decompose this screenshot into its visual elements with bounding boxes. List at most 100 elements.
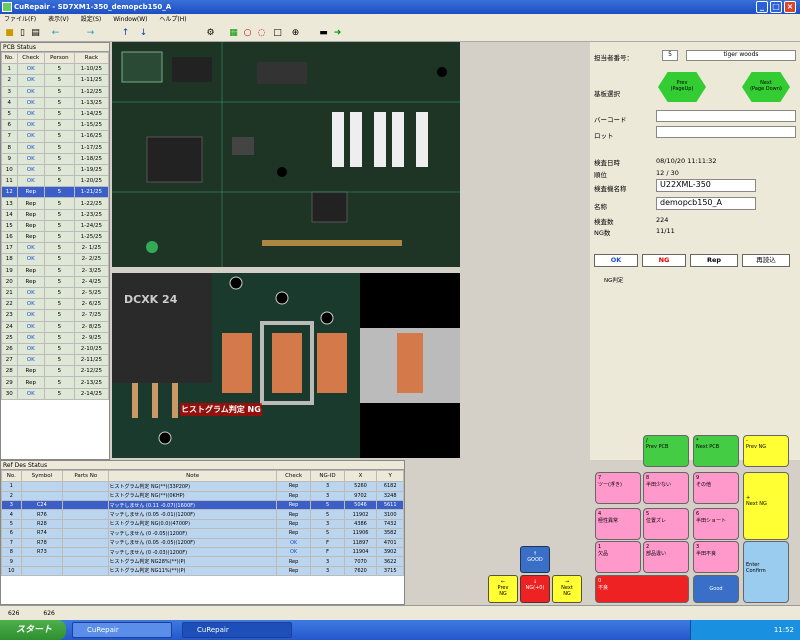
ref-status-column-header[interactable]: Note [108, 469, 277, 483]
table-row[interactable]: 4 OK 5 1-13/25 [1, 96, 110, 109]
menu-settings[interactable]: 設定(S) [81, 16, 102, 23]
start-button[interactable]: スタート [0, 620, 66, 640]
key-9[interactable]: 9 その他 [693, 472, 739, 504]
inspector-number[interactable]: 5 [662, 50, 678, 61]
table-row[interactable]: 14 Rep 5 1-23/25 [1, 208, 110, 221]
table-row[interactable]: 25 OK 5 2- 9/25 [1, 331, 110, 344]
ok-button[interactable]: OK [594, 254, 638, 267]
rect-icon[interactable]: □ [272, 28, 283, 39]
table-row[interactable]: 12 Rep 5 1-21/25 [1, 186, 110, 199]
down-arrow-icon[interactable]: ↓ [138, 28, 149, 39]
page-icon[interactable]: ▤ [30, 28, 41, 39]
taskbar-item-2[interactable]: CuRepair [182, 622, 292, 638]
next-pcb-key[interactable]: * Next PCB [693, 435, 739, 467]
table-row[interactable]: 3 C24 マッチしません (0.11 -0.07)(1600F) Rep 5 5046 5… [1, 499, 404, 511]
enter-confirm-key[interactable]: Enter Confirm [743, 541, 789, 603]
menu-file[interactable]: ファイル(F) [4, 16, 36, 23]
table-row[interactable]: 30 OK 5 2-14/25 [1, 387, 110, 400]
table-row[interactable]: 3 OK 5 1-12/25 [1, 85, 110, 98]
table-row[interactable]: 9 OK 5 1-18/25 [1, 152, 110, 165]
table-row[interactable]: 16 Rep 5 1-25/25 [1, 230, 110, 244]
tool-icon[interactable]: ⚙ [205, 28, 216, 39]
table-row[interactable]: 10 ヒストグラム判定 NG11%(**)(P) Rep 3 7620 3715 [1, 565, 404, 577]
table-row[interactable]: 18 OK 5 2- 2/25 [1, 253, 110, 266]
table-row[interactable]: 27 OK 5 2-11/25 [1, 354, 110, 367]
good-nav-button[interactable]: ↑ GOOD [520, 546, 550, 573]
table-row[interactable]: 9 ヒストグラム判定 NG28%(**)(P) Rep 3 7070 3622 [1, 556, 404, 567]
next-board-button[interactable]: Next (Page Down) [742, 72, 790, 102]
board-overview-image[interactable] [112, 42, 460, 267]
table-row[interactable]: 23 OK 5 2- 7/25 [1, 309, 110, 322]
table-row[interactable]: 1 OK 5 1-10/25 [1, 63, 110, 76]
key-0[interactable]: 0 不良 [595, 575, 689, 603]
menu-window[interactable]: Window(W) [113, 16, 147, 23]
next-ng-nav-button[interactable]: → Next NG [552, 575, 582, 603]
prev-board-button[interactable]: Prev (PageUp) [658, 72, 706, 102]
table-row[interactable]: 2 OK 5 1-11/25 [1, 74, 110, 87]
menu-help[interactable]: ヘルプ(H) [159, 16, 186, 23]
table-row[interactable]: 28 Rep 5 2-12/25 [1, 365, 110, 378]
good-key[interactable]: Good [693, 575, 739, 603]
table-row[interactable]: 1 ヒストグラム判定 NG(**)(33P20P) Rep 3 5260 6182 [1, 481, 404, 492]
ref-status-column-header[interactable]: NG-ID [310, 469, 345, 483]
prev-ng-key[interactable]: - Prev NG [743, 435, 789, 467]
minimize-button[interactable]: _ [756, 1, 768, 13]
key-7[interactable]: 7 ツー(浮き) [595, 472, 641, 504]
reload-button[interactable]: 再読込 [742, 254, 790, 267]
ref-status-column-header[interactable]: X [343, 469, 378, 483]
prev-pcb-key[interactable]: / Prev PCB [643, 435, 689, 467]
table-row[interactable]: 8 OK 5 1-17/25 [1, 141, 110, 154]
export-icon[interactable]: ➜ [332, 28, 343, 39]
up-arrow-icon[interactable]: ↑ [120, 28, 131, 39]
defect-zoom-image[interactable]: DCXK 24 ヒストグラム判定 NG [112, 273, 460, 458]
table-row[interactable]: 15 Rep 5 1-24/25 [1, 219, 110, 233]
ng-button[interactable]: NG [642, 254, 686, 267]
table-row[interactable]: 5 OK 5 1-14/25 [1, 107, 110, 121]
back-arrow-icon[interactable]: ← [50, 28, 61, 39]
ref-status-column-header[interactable]: Y [376, 469, 404, 483]
prev-ng-nav-button[interactable]: ← Prev NG [488, 575, 518, 603]
table-row[interactable]: 26 OK 5 2-10/25 [1, 342, 110, 356]
table-row[interactable]: 20 Rep 5 2- 4/25 [1, 275, 110, 288]
zoom-icon[interactable]: ⊕ [290, 28, 301, 39]
key-8[interactable]: 8 半田少ない [643, 472, 689, 504]
circle-red-icon[interactable]: ◌ [256, 28, 267, 39]
table-row[interactable]: 11 OK 5 1-20/25 [1, 175, 110, 188]
menu-view[interactable]: 表示(V) [48, 16, 69, 23]
key-5[interactable]: 5 位置ズレ [643, 508, 689, 540]
grid-icon[interactable]: ▦ [228, 28, 239, 39]
next-ng-key[interactable]: + Next NG [743, 472, 789, 540]
table-row[interactable]: 4 R76 マッチしません (0.05 -0.01)(1200F) Rep 5 11902… [1, 509, 404, 520]
ref-status-column-header[interactable]: No. [1, 469, 22, 483]
table-row[interactable]: 19 Rep 5 2- 3/25 [1, 264, 110, 277]
table-row[interactable]: 13 Rep 5 1-22/25 [1, 197, 110, 210]
table-row[interactable]: 7 R78 マッチしません (0.05 -0.05)(1200F) OK F 11897 4… [1, 537, 404, 548]
pcb-status-column-header[interactable]: No. [1, 51, 18, 65]
circle-icon[interactable]: ○ [242, 28, 253, 39]
key-2[interactable]: 2 部品違い [643, 541, 689, 573]
maximize-button[interactable]: □ [770, 1, 782, 13]
table-row[interactable]: 6 OK 5 1-15/25 [1, 119, 110, 132]
ng-nav-button[interactable]: ↓ NG(+0) [520, 575, 550, 603]
ref-status-column-header[interactable]: Parts No [62, 469, 110, 483]
camera-icon[interactable]: ▬ [318, 28, 329, 39]
pcb-status-column-header[interactable]: Check [16, 51, 45, 65]
open-icon[interactable]: ■ [4, 28, 15, 39]
table-row[interactable]: 8 R73 マッチしません (0 -0.03)(1200F) OK F 11904 3902 [1, 546, 404, 558]
inspector-name[interactable]: tiger woods [686, 50, 796, 61]
ref-status-column-header[interactable]: Check [275, 469, 312, 483]
copy-icon[interactable]: ▯ [17, 28, 28, 39]
table-row[interactable]: 7 OK 5 1-16/25 [1, 130, 110, 143]
close-button[interactable]: × [784, 1, 796, 13]
table-row[interactable]: 10 OK 5 1-19/25 [1, 163, 110, 177]
table-row[interactable]: 5 R28 ヒストグラム判定 NG(0.0)(4700P) Rep 3 4386 7432 [1, 518, 404, 530]
key-6[interactable]: 6 半田ショート [693, 508, 739, 540]
table-row[interactable]: 2 ヒストグラム判定 NG(**)(0KHP) Rep 3 9702 3248 [1, 490, 404, 501]
key-4[interactable]: 4 極性異常 [595, 508, 641, 540]
forward-arrow-icon[interactable]: → [85, 28, 96, 39]
key-3[interactable]: 3 半田不良 [693, 541, 739, 573]
table-row[interactable]: 29 Rep 5 2-13/25 [1, 376, 110, 389]
pcb-status-column-header[interactable]: Rack [73, 51, 110, 65]
table-row[interactable]: 6 R74 マッチしません (0 -0.05)(1200F) Rep 5 11906 358… [1, 528, 404, 539]
table-row[interactable]: 17 OK 5 2- 1/25 [1, 242, 110, 255]
